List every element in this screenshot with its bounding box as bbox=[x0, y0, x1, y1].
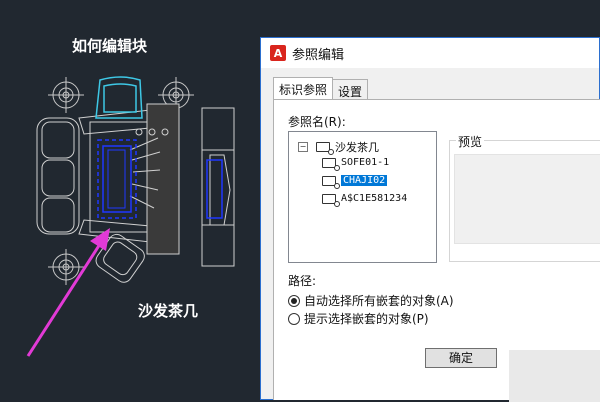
blue-block-right bbox=[206, 159, 223, 219]
radio-button-checked[interactable] bbox=[288, 294, 300, 307]
tree-item-label: SOFE01-1 bbox=[341, 157, 390, 168]
block-reference-icon bbox=[322, 175, 340, 189]
block-reference-icon bbox=[322, 193, 340, 207]
tree-item-sofe01[interactable]: SOFE01-1 bbox=[322, 157, 390, 171]
preview-area bbox=[454, 154, 600, 244]
path-label: 路径: bbox=[288, 274, 317, 288]
tree-item-chaji02[interactable]: CHAJI02 bbox=[322, 175, 388, 189]
radio-label: 提示选择嵌套的对象(P) bbox=[304, 312, 429, 326]
preview-label: 预览 bbox=[456, 133, 485, 150]
dialog-title: 参照编辑 bbox=[292, 47, 345, 63]
autocad-app-icon: A bbox=[270, 45, 286, 61]
block-reference-icon bbox=[322, 157, 340, 171]
ok-button[interactable]: 确定 bbox=[425, 348, 497, 368]
tree-item-label: A$C1E581234 bbox=[341, 193, 408, 204]
cyan-chair-block bbox=[95, 76, 143, 119]
radio-auto-select-nested[interactable]: 自动选择所有嵌套的对象(A) bbox=[288, 292, 454, 309]
collapse-icon[interactable]: − bbox=[298, 142, 308, 152]
dialog-titlebar[interactable]: A 参照编辑 bbox=[261, 38, 599, 68]
tree-item-a-c1e581234[interactable]: A$C1E581234 bbox=[322, 193, 408, 207]
tree-item-label: 沙发茶几 bbox=[335, 141, 379, 154]
selected-coffee-table-block[interactable] bbox=[97, 139, 137, 219]
radio-button[interactable] bbox=[288, 312, 300, 325]
radio-label: 自动选择所有嵌套的对象(A) bbox=[304, 294, 454, 308]
tab-panel: 参照名(R): − 沙发茶几 SOFE01-1 CHAJI02 A$C1E581… bbox=[273, 99, 600, 402]
tree-item-root[interactable]: − 沙发茶几 bbox=[298, 139, 379, 155]
tree-item-label-selected: CHAJI02 bbox=[341, 175, 388, 186]
radio-prompt-select-nested[interactable]: 提示选择嵌套的对象(P) bbox=[288, 310, 429, 327]
annotation-arrow bbox=[26, 228, 110, 357]
cad-caption-text: 沙发茶几 bbox=[138, 302, 199, 320]
round-table-top-left bbox=[48, 77, 84, 113]
reference-name-label: 参照名(R): bbox=[288, 115, 346, 129]
cad-title-text: 如何编辑块 bbox=[72, 37, 148, 55]
block-reference-icon bbox=[316, 142, 334, 155]
reference-edit-dialog: A 参照编辑 标识参照 设置 参照名(R): − 沙发茶几 SOFE01-1 C… bbox=[260, 37, 600, 402]
reference-tree[interactable]: − 沙发茶几 SOFE01-1 CHAJI02 A$C1E581234 bbox=[288, 131, 437, 263]
dialog-right-strip bbox=[509, 350, 600, 402]
